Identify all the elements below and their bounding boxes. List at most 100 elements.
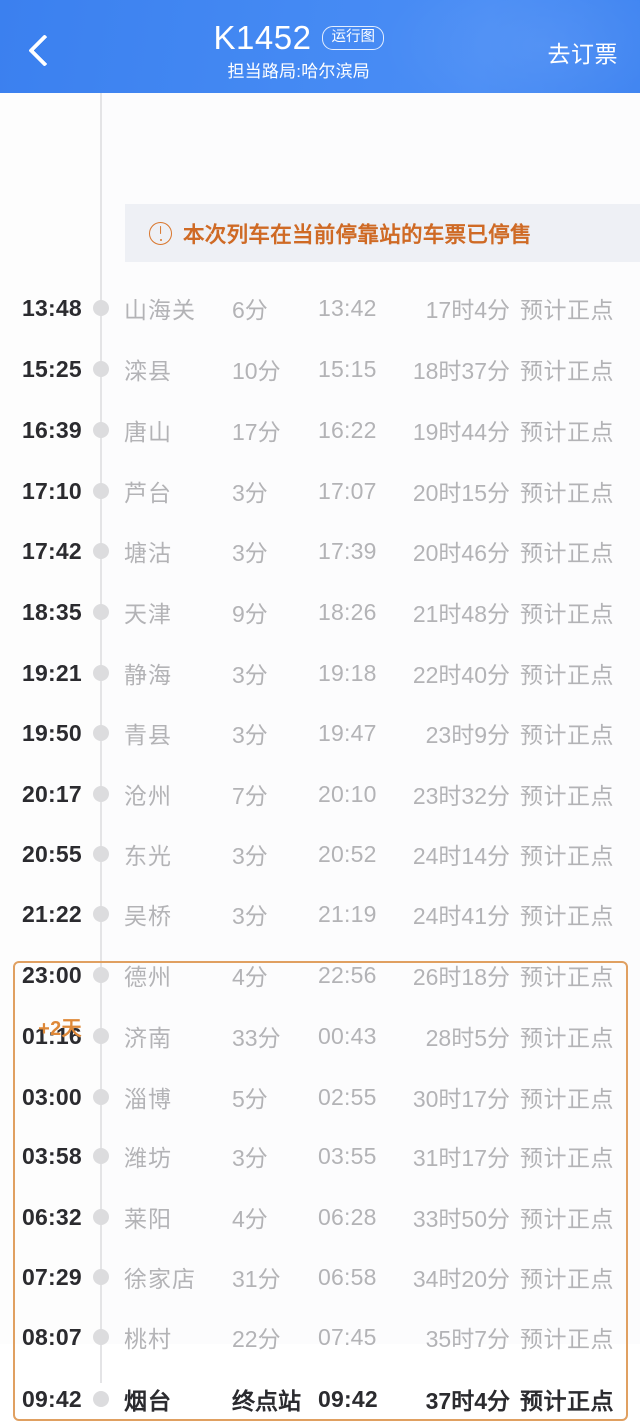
table-row[interactable]: 16:39 唐山 17分 16:22 19时44分 预计正点	[0, 415, 640, 446]
stay-duration: 9分	[232, 601, 268, 627]
departure-time: 07:29	[22, 1263, 82, 1290]
table-row[interactable]: 21:22 吴桥 3分 21:19 24时41分 预计正点	[0, 899, 640, 930]
departure-time: 19:21	[22, 659, 82, 686]
departure-time: 03:58	[22, 1142, 82, 1169]
station-dot-icon	[93, 422, 109, 438]
status-badge: 预计正点	[520, 540, 614, 566]
table-row[interactable]: 03:58 潍坊 3分 03:55 31时17分 预计正点	[0, 1141, 640, 1172]
station-dot-icon	[93, 725, 109, 741]
station-dot-icon	[93, 543, 109, 559]
stay-duration: 6分	[232, 297, 268, 323]
stay-duration: 3分	[232, 540, 268, 566]
table-row[interactable]: 17:10 芦台 3分 17:07 20时15分 预计正点	[0, 476, 640, 507]
elapsed-time: 24时14分	[412, 843, 510, 869]
status-badge: 预计正点	[520, 1086, 614, 1112]
table-row[interactable]: 08:07 桃村 22分 07:45 35时7分 预计正点	[0, 1322, 640, 1353]
station-dot-icon	[93, 786, 109, 802]
station-name: 桃村	[124, 1326, 172, 1352]
station-name: 淄博	[124, 1086, 172, 1112]
station-dot-icon	[93, 1089, 109, 1105]
arrival-time: 13:42	[318, 294, 377, 321]
station-name: 静海	[124, 662, 172, 688]
arrival-time: 19:47	[318, 719, 377, 746]
arrival-time: 18:26	[318, 598, 377, 625]
elapsed-time: 34时20分	[412, 1266, 510, 1292]
station-dot-icon	[93, 483, 109, 499]
arrival-time: 21:19	[318, 900, 377, 927]
departure-time: 23:00	[22, 961, 82, 988]
arrival-time: 16:22	[318, 416, 377, 443]
arrival-time: 15:15	[318, 355, 377, 382]
station-dot-icon	[93, 1391, 109, 1407]
table-row[interactable]: 18:35 天津 9分 18:26 21时48分 预计正点	[0, 597, 640, 628]
status-badge: 预计正点	[520, 297, 614, 323]
table-row[interactable]: 23:00 德州 4分 22:56 26时18分 预计正点	[0, 960, 640, 991]
table-row[interactable]: 19:21 静海 3分 19:18 22时40分 预计正点	[0, 658, 640, 689]
status-badge: 预计正点	[520, 662, 614, 688]
table-row[interactable]: 13:48 山海关 6分 13:42 17时4分 预计正点	[0, 293, 640, 324]
elapsed-time: 18时37分	[412, 358, 510, 384]
elapsed-time: 22时40分	[412, 662, 510, 688]
arrival-time: 00:43	[318, 1022, 377, 1049]
station-dot-icon	[93, 1269, 109, 1285]
elapsed-time: 23时9分	[425, 722, 510, 748]
stay-duration: 3分	[232, 1145, 268, 1171]
status-badge: 预计正点	[520, 358, 614, 384]
status-badge: 预计正点	[520, 1025, 614, 1051]
stay-duration: 7分	[232, 783, 268, 809]
table-row[interactable]: 20:17 沧州 7分 20:10 23时32分 预计正点	[0, 779, 640, 810]
station-dot-icon	[93, 1329, 109, 1345]
stay-duration: 终点站	[232, 1388, 301, 1414]
stay-duration: 4分	[232, 964, 268, 990]
stay-duration: 5分	[232, 1086, 268, 1112]
station-name: 徐家店	[124, 1266, 196, 1292]
station-dot-icon	[93, 665, 109, 681]
station-name: 青县	[124, 722, 172, 748]
table-row[interactable]: 03:00 淄博 5分 02:55 30时17分 预计正点	[0, 1082, 640, 1113]
status-badge: 预计正点	[520, 1206, 614, 1232]
station-name: 潍坊	[124, 1145, 172, 1171]
elapsed-time: 20时15分	[412, 480, 510, 506]
arrival-time: 17:07	[318, 477, 377, 504]
header-subtitle: 担当路局:哈尔滨局	[227, 62, 371, 82]
station-dot-icon	[93, 846, 109, 862]
departure-time: 17:42	[22, 537, 82, 564]
arrival-time: 17:39	[318, 537, 377, 564]
table-row[interactable]: 20:55 东光 3分 20:52 24时14分 预计正点	[0, 839, 640, 870]
table-row[interactable]: 15:25 滦县 10分 15:15 18时37分 预计正点	[0, 354, 640, 385]
status-badge: 预计正点	[520, 1388, 614, 1414]
exclamation-circle-icon	[149, 221, 172, 245]
station-dot-icon	[93, 967, 109, 983]
departure-time: 09:42	[22, 1385, 82, 1412]
table-row[interactable]: 09:42 烟台 终点站 09:42 37时4分 预计正点	[0, 1384, 640, 1415]
elapsed-time: 37时4分	[425, 1388, 510, 1414]
page-title: K1452	[213, 18, 312, 56]
station-dot-icon	[93, 604, 109, 620]
table-row[interactable]: 06:32 莱阳 4分 06:28 33时50分 预计正点	[0, 1202, 640, 1233]
station-name: 吴桥	[124, 903, 172, 929]
station-dot-icon	[93, 300, 109, 316]
departure-time: 17:10	[22, 477, 82, 504]
elapsed-time: 19时44分	[412, 419, 510, 445]
station-name: 烟台	[124, 1388, 172, 1414]
running-chart-badge[interactable]: 运行图	[322, 25, 384, 51]
stay-duration: 3分	[232, 662, 268, 688]
station-name: 德州	[124, 964, 172, 990]
arrival-time: 20:10	[318, 780, 377, 807]
table-row[interactable]: 19:50 青县 3分 19:47 23时9分 预计正点	[0, 718, 640, 749]
elapsed-time: 26时18分	[412, 964, 510, 990]
table-row[interactable]: 07:29 徐家店 31分 06:58 34时20分 预计正点	[0, 1262, 640, 1293]
station-name: 唐山	[124, 419, 172, 445]
table-row[interactable]: 17:42 塘沽 3分 17:39 20时46分 预计正点	[0, 536, 640, 567]
station-dot-icon	[93, 906, 109, 922]
departure-time: 19:50	[22, 719, 82, 746]
elapsed-time: 17时4分	[425, 297, 510, 323]
stay-duration: 3分	[232, 843, 268, 869]
book-ticket-button[interactable]: 去订票	[548, 35, 619, 69]
stay-duration: 10分	[232, 358, 281, 384]
stay-duration: 22分	[232, 1326, 281, 1352]
elapsed-time: 35时7分	[425, 1326, 510, 1352]
station-name: 塘沽	[124, 540, 172, 566]
station-name: 天津	[124, 601, 172, 627]
stay-duration: 31分	[232, 1266, 281, 1292]
